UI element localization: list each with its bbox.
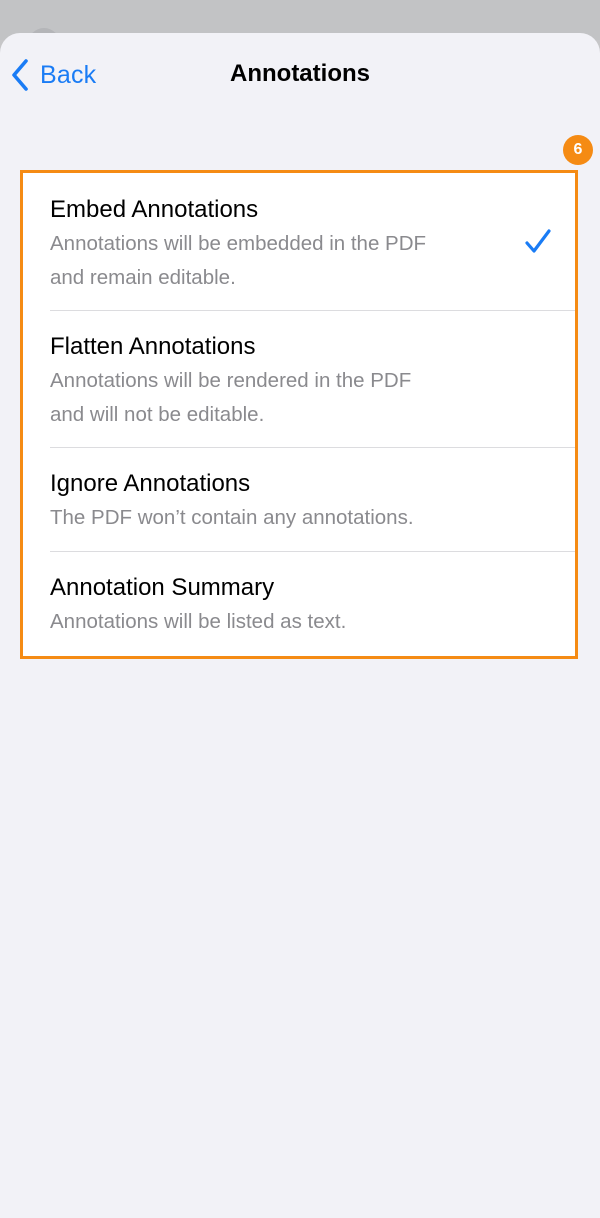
step-badge: 6: [563, 135, 593, 165]
annotation-options-list: Embed Annotations Annotations will be em…: [20, 170, 578, 659]
option-description-line: Annotations will be listed as text.: [50, 610, 347, 633]
option-title: Annotation Summary: [50, 574, 275, 601]
option-description-line: Annotations will be rendered in the PDF: [50, 369, 412, 392]
option-ignore-annotations[interactable]: Ignore Annotations The PDF won’t contain…: [23, 448, 575, 551]
option-embed-annotations[interactable]: Embed Annotations Annotations will be em…: [23, 173, 575, 310]
option-title: Embed Annotations: [50, 196, 259, 223]
option-flatten-annotations[interactable]: Flatten Annotations Annotations will be …: [23, 311, 575, 447]
option-description: Annotations will be rendered in the PDF …: [50, 364, 500, 432]
option-title: Ignore Annotations: [50, 470, 251, 497]
option-title: Flatten Annotations: [50, 333, 256, 360]
option-description-line: Annotations will be embedded in the PDF: [50, 232, 427, 255]
option-description: Annotations will be listed as text.: [50, 605, 500, 639]
annotations-sheet: Back Annotations 6 Embed Annotations Ann…: [0, 33, 600, 1218]
option-annotation-summary[interactable]: Annotation Summary Annotations will be l…: [23, 552, 575, 650]
navigation-bar: Back Annotations: [0, 33, 600, 119]
option-description: The PDF won’t contain any annotations.: [50, 501, 500, 535]
option-description-line: The PDF won’t contain any annotations.: [50, 506, 414, 529]
option-description-line: and will not be editable.: [50, 403, 265, 426]
option-description: Annotations will be embedded in the PDF …: [50, 227, 500, 295]
checkmark-icon: [523, 228, 553, 261]
page-title: Annotations: [230, 60, 370, 87]
option-description-line: and remain editable.: [50, 266, 236, 289]
